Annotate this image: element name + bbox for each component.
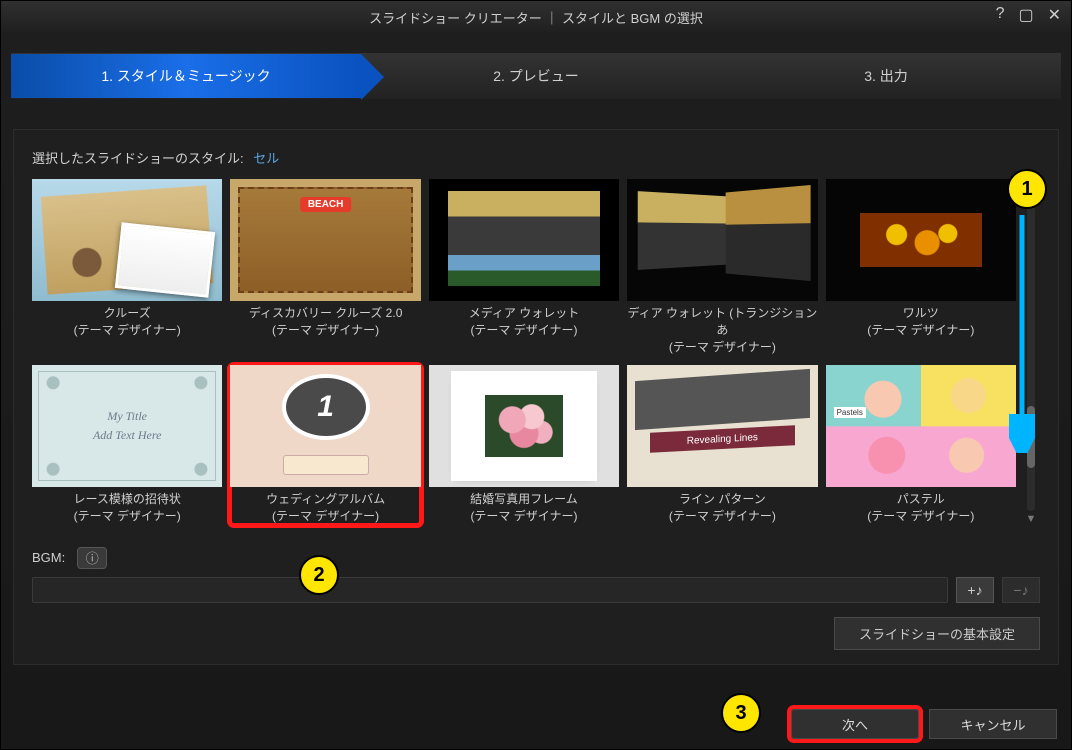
remove-music-icon: −♪ [1013, 582, 1028, 598]
next-button[interactable]: 次へ [791, 709, 919, 739]
window-title: スライドショー クリエーター ｜ スタイルと BGM の選択 [369, 8, 703, 27]
bgm-add-button[interactable]: +♪ [956, 577, 994, 603]
style-tile-cruise[interactable]: クルーズ(テーマ デザイナー) [32, 179, 222, 355]
title-bar: スライドショー クリエーター ｜ スタイルと BGM の選択 ? ▢ ✕ [1, 1, 1071, 33]
selected-style-label: 選択したスライドショーのスタイル: セル [32, 148, 1040, 167]
style-tile-discovery[interactable]: ディスカバリー クルーズ 2.0(テーマ デザイナー) [230, 179, 420, 355]
thumb-line-pattern [627, 365, 817, 487]
style-tile-wedding-frame[interactable]: 結婚写真用フレーム(テーマ デザイナー) [429, 365, 619, 525]
style-tile-line-pattern[interactable]: ライン パターン(テーマ デザイナー) [627, 365, 817, 525]
style-tile-media-wallet[interactable]: メディア ウォレット(テーマ デザイナー) [429, 179, 619, 355]
thumb-wedding-frame [429, 365, 619, 487]
thumb-media-wallet-trans [627, 179, 817, 301]
style-tile-pastel[interactable]: Pastels パステル(テーマ デザイナー) [826, 365, 1016, 525]
slideshow-prefs-link[interactable]: スライドショーの基本設定 [834, 617, 1040, 650]
annotation-badge-3: 3 [721, 693, 761, 733]
cancel-button[interactable]: キャンセル [929, 709, 1057, 739]
thumb-wedding [230, 365, 420, 487]
style-tile-lace[interactable]: レース模様の招待状(テーマ デザイナー) [32, 365, 222, 525]
add-music-icon: +♪ [967, 582, 982, 598]
bgm-remove-button[interactable]: −♪ [1002, 577, 1040, 603]
step-style-music[interactable]: 1. スタイル＆ミュージック [11, 54, 361, 98]
scroll-down-icon[interactable]: ▼ [1026, 513, 1037, 525]
bgm-row: BGM: ⓘ [32, 547, 1040, 569]
style-tile-wedding[interactable]: ウェディングアルバム(テーマ デザイナー) [230, 365, 420, 525]
info-icon: ⓘ [86, 548, 99, 567]
annotation-badge-1: 1 [1007, 169, 1047, 209]
bgm-path-input[interactable] [32, 577, 948, 603]
style-tile-media-wallet-trans[interactable]: ディア ウォレット (トランジションあ(テーマ デザイナー) [627, 179, 817, 355]
help-icon[interactable]: ? [996, 5, 1005, 25]
footer-buttons: 次へ キャンセル [791, 709, 1057, 739]
maximize-icon[interactable]: ▢ [1018, 5, 1033, 25]
close-icon[interactable]: ✕ [1048, 5, 1061, 25]
selected-style-value: セル [253, 151, 279, 166]
annotation-arrow-icon [1009, 215, 1035, 453]
annotation-badge-2: 2 [299, 555, 339, 595]
step-preview[interactable]: 2. プレビュー [361, 54, 711, 98]
bgm-info-button[interactable]: ⓘ [77, 547, 107, 569]
thumb-cruise [32, 179, 222, 301]
style-panel: 選択したスライドショーのスタイル: セル クルーズ(テーマ デザイナー) ディス… [13, 129, 1059, 665]
thumb-waltz [826, 179, 1016, 301]
thumb-discovery [230, 179, 420, 301]
step-output[interactable]: 3. 出力 [711, 54, 1061, 98]
thumb-pastel: Pastels [826, 365, 1016, 487]
wizard-steps: 1. スタイル＆ミュージック 2. プレビュー 3. 出力 [11, 53, 1061, 99]
style-tile-waltz[interactable]: ワルツ(テーマ デザイナー) [826, 179, 1016, 355]
app-window: スライドショー クリエーター ｜ スタイルと BGM の選択 ? ▢ ✕ 1. … [0, 0, 1072, 750]
style-grid: クルーズ(テーマ デザイナー) ディスカバリー クルーズ 2.0(テーマ デザイ… [32, 179, 1016, 525]
thumb-media-wallet [429, 179, 619, 301]
bgm-label: BGM: [32, 550, 65, 565]
thumb-lace [32, 365, 222, 487]
